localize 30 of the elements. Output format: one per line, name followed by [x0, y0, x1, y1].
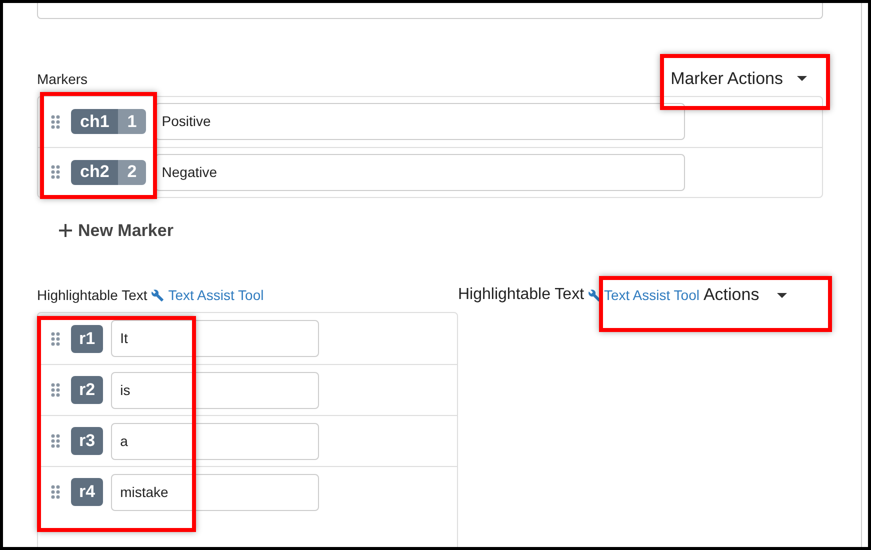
wrench-icon	[588, 288, 602, 302]
text-assist-link[interactable]: Text Assist Tool	[168, 285, 264, 306]
caret-icon	[777, 292, 788, 298]
text-assist-link[interactable]: Text Assist Tool	[604, 284, 700, 306]
dropdown-button[interactable]: Actions	[703, 282, 788, 308]
word-input[interactable]: It	[111, 320, 320, 357]
row-tag: r1	[71, 324, 104, 352]
drag-handle-icon[interactable]	[51, 485, 60, 499]
new-marker-button[interactable]: New Marker	[59, 218, 174, 243]
word-input[interactable]: is	[111, 372, 320, 408]
row-tag: r2	[71, 376, 104, 404]
drag-handle-icon[interactable]	[51, 434, 60, 448]
section-title: Highlightable Text	[37, 286, 148, 305]
drag-handle-icon[interactable]	[51, 332, 60, 346]
drag-handle-icon[interactable]	[51, 383, 60, 397]
drag-handle-icon[interactable]	[51, 114, 60, 128]
word-input[interactable]: a	[111, 422, 320, 460]
drag-handle-icon[interactable]	[51, 165, 60, 179]
dropdown-button[interactable]: Marker Actions	[660, 62, 817, 96]
section-title: Markers	[37, 70, 88, 88]
wrench-icon	[151, 289, 164, 302]
plus-icon	[59, 224, 72, 237]
section-title: Highlightable Text	[458, 285, 584, 305]
marker-input[interactable]: Positive	[154, 103, 685, 140]
word-input[interactable]: mistake	[111, 474, 320, 510]
caret-icon	[797, 76, 807, 82]
row-tag: r4	[71, 478, 104, 506]
text-field[interactable]	[37, 3, 823, 19]
row-tag: r3	[71, 427, 104, 455]
marker-input[interactable]: Negative	[154, 154, 685, 190]
